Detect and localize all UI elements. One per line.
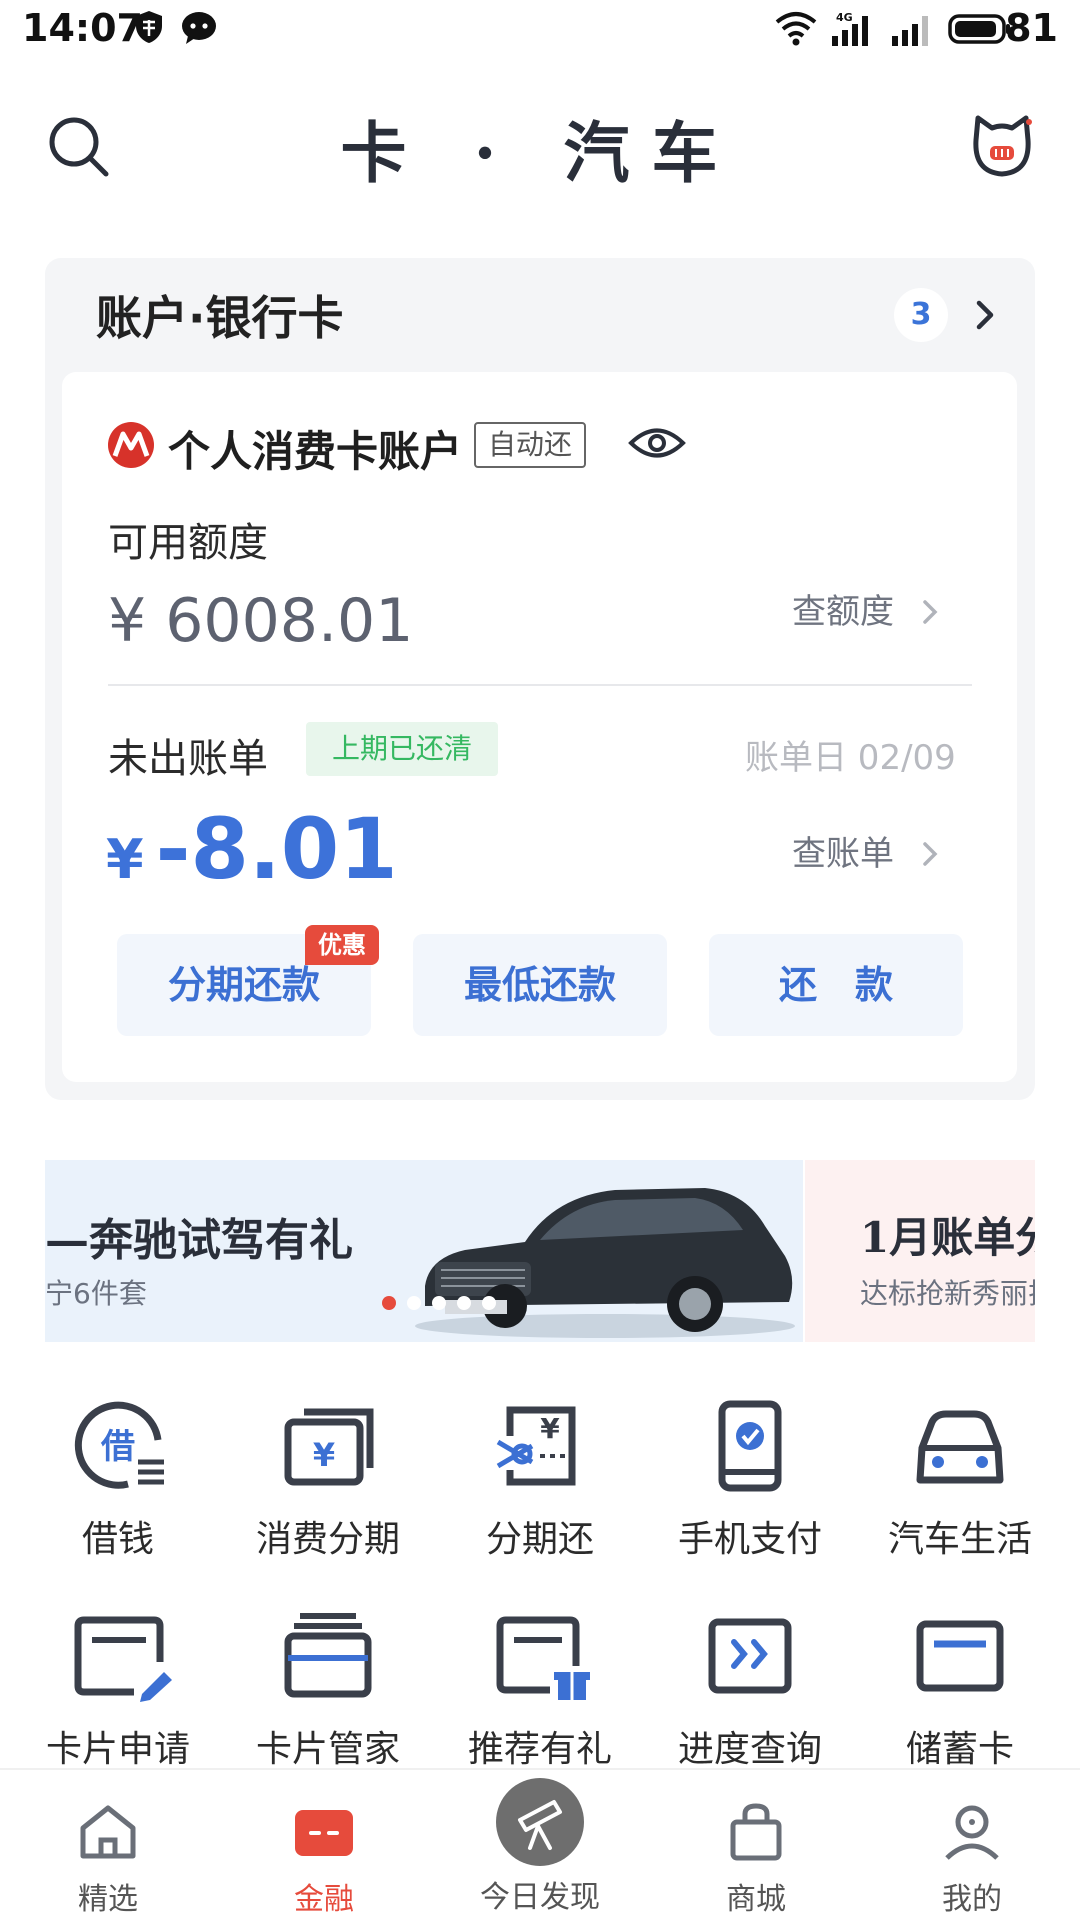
page-title: 卡 · 汽车 — [340, 114, 740, 192]
carousel-dot-active — [382, 1296, 396, 1310]
svg-text:4G: 4G — [836, 11, 853, 24]
car-icon — [916, 1410, 1004, 1484]
available-limit-label: 可用额度 — [108, 520, 268, 566]
telescope-icon — [496, 1778, 584, 1866]
card-count-badge[interactable]: 3 — [894, 288, 948, 342]
currency-symbol: ¥ — [106, 828, 144, 891]
installment-icon: ¥ — [284, 1408, 374, 1486]
chevron-right-icon[interactable] — [970, 298, 1000, 332]
unbilled-label: 未出账单 — [108, 736, 268, 782]
service-label: 卡片申请 — [45, 1729, 190, 1770]
service-label: 卡片管家 — [255, 1729, 400, 1770]
unbilled-amount: ¥ -8.01 — [106, 800, 398, 898]
carousel-dot — [407, 1296, 421, 1310]
service-label: 进度查询 — [677, 1729, 822, 1770]
service-phone-pay[interactable]: 手机支付 — [642, 1396, 858, 1562]
service-progress-query[interactable]: 进度查询 — [642, 1606, 858, 1772]
tab-mine[interactable]: 我的 — [864, 1800, 1080, 1918]
service-label: 手机支付 — [677, 1519, 822, 1560]
service-card-apply[interactable]: 卡片申请 — [10, 1606, 226, 1772]
service-debit-card[interactable]: 储蓄卡 — [852, 1606, 1068, 1772]
phone-pay-icon — [718, 1400, 782, 1492]
account-section-title[interactable]: 账户·银行卡 — [96, 282, 343, 348]
tab-label: 金融 — [294, 1882, 354, 1917]
status-bar: 14:07 4G 81 — [0, 0, 1080, 60]
service-installment-repay[interactable]: ¥ 分期还 — [432, 1396, 648, 1562]
referral-gift-icon — [496, 1616, 590, 1700]
tab-discover[interactable]: 今日发现 — [432, 1776, 648, 1916]
shopping-bag-icon — [730, 1803, 782, 1861]
tab-finance[interactable]: 金融 — [216, 1800, 432, 1918]
service-label: 借钱 — [81, 1519, 154, 1560]
battery-icon — [948, 14, 1010, 44]
check-limit-label: 查额度 — [792, 592, 894, 632]
progress-query-icon — [708, 1618, 792, 1694]
divider — [108, 684, 972, 686]
check-limit-link[interactable]: 查额度 — [792, 584, 941, 633]
promo-banner[interactable]: —奔驰试驾有礼 宁6件套 — [45, 1160, 803, 1342]
repay-button[interactable]: 还 款 — [709, 934, 963, 1036]
status-time: 14:07 — [22, 6, 143, 50]
borrow-icon: 借 — [74, 1401, 164, 1489]
service-label: 汽车生活 — [887, 1519, 1032, 1560]
banner-title: 1月账单分 — [860, 1213, 1035, 1262]
tab-mall[interactable]: 商城 — [648, 1800, 864, 1918]
signal-4g-icon: 4G — [832, 11, 868, 46]
svg-text:¥: ¥ — [540, 1412, 560, 1445]
banner-subtitle: 达标抢新秀丽拉 — [860, 1277, 1035, 1310]
bank-logo-icon — [108, 422, 154, 468]
tab-featured[interactable]: 精选 — [0, 1800, 216, 1918]
banner-subtitle: 宁6件套 — [45, 1277, 147, 1310]
service-label: 消费分期 — [255, 1519, 400, 1560]
cat-mascot-icon[interactable] — [968, 112, 1036, 180]
bill-date: 账单日 02/09 — [745, 738, 956, 778]
min-repay-button[interactable]: 最低还款 — [413, 934, 667, 1036]
tab-label: 今日发现 — [480, 1880, 600, 1915]
eye-icon[interactable] — [628, 424, 686, 462]
card-account-name: 个人消费卡账户 — [168, 427, 463, 476]
last-period-paid-badge: 上期已还清 — [306, 722, 498, 776]
tab-label: 商城 — [726, 1882, 786, 1917]
signal-icon — [892, 16, 928, 46]
unbilled-amount-value: -8.01 — [155, 800, 398, 898]
installment-repay-icon: ¥ — [496, 1406, 576, 1486]
available-limit-amount: ¥ 6008.01 — [108, 586, 414, 656]
auto-repay-badge: 自动还 — [474, 422, 587, 468]
profile-icon — [945, 1805, 999, 1860]
svg-text:借: 借 — [100, 1427, 135, 1467]
card-apply-icon — [74, 1616, 172, 1702]
service-installment[interactable]: ¥ 消费分期 — [220, 1396, 436, 1562]
check-bill-label: 查账单 — [792, 834, 894, 874]
service-referral[interactable]: 推荐有礼 — [432, 1606, 648, 1772]
discount-tag: 优惠 — [305, 925, 379, 965]
carousel-dot — [432, 1296, 446, 1310]
tab-label: 我的 — [942, 1882, 1002, 1917]
home-icon — [80, 1805, 136, 1859]
card-manager-icon — [284, 1613, 372, 1698]
service-car-life[interactable]: 汽车生活 — [852, 1396, 1068, 1562]
chat-bubble-icon — [182, 12, 216, 44]
check-bill-link[interactable]: 查账单 — [792, 826, 941, 875]
debit-card-icon — [916, 1620, 1004, 1692]
battery-level: 81 — [1005, 6, 1058, 50]
shield-icon — [136, 11, 162, 43]
service-label: 分期还 — [485, 1519, 594, 1560]
promo-banner-next[interactable]: 1月账单分 达标抢新秀丽拉 — [805, 1160, 1035, 1342]
service-label: 储蓄卡 — [905, 1729, 1014, 1770]
service-card-manager[interactable]: 卡片管家 — [220, 1606, 436, 1772]
service-borrow[interactable]: 借 借钱 — [10, 1396, 226, 1562]
car-image — [415, 1188, 795, 1338]
tab-label: 精选 — [78, 1882, 138, 1917]
chevron-right-icon — [923, 842, 938, 866]
finance-icon — [295, 1810, 353, 1856]
carousel-dot — [457, 1296, 471, 1310]
wifi-icon — [775, 12, 817, 46]
service-label: 推荐有礼 — [467, 1729, 612, 1770]
chevron-right-icon — [923, 600, 938, 624]
carousel-dot — [482, 1296, 496, 1310]
svg-text:¥: ¥ — [313, 1436, 335, 1474]
banner-title: —奔驰试驾有礼 — [45, 1215, 353, 1266]
